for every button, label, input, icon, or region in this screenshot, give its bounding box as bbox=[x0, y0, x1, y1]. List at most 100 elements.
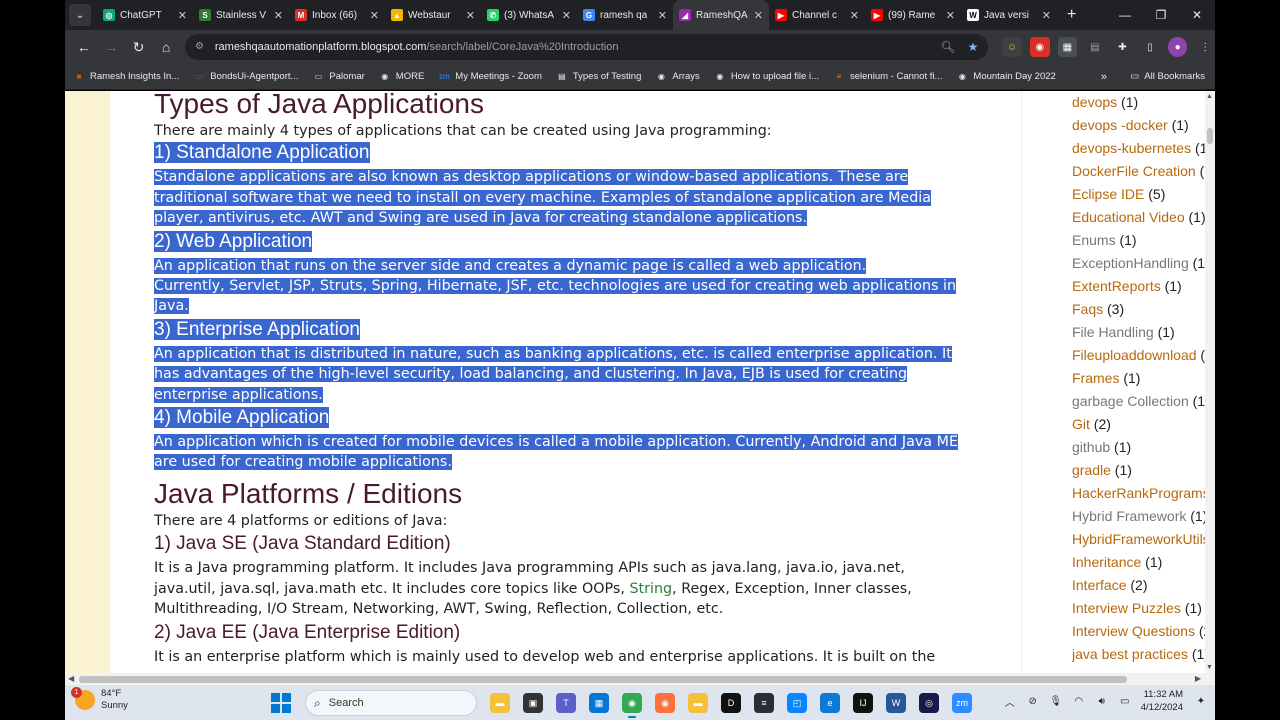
terminal-icon[interactable]: ≡ bbox=[754, 693, 774, 713]
label-link[interactable]: devops -docker bbox=[1072, 117, 1168, 133]
close-tab-icon[interactable]: ✕ bbox=[466, 9, 475, 22]
file-explorer-app-icon[interactable]: ▬ bbox=[490, 693, 510, 713]
extension-red-icon[interactable]: ◉ bbox=[1029, 37, 1050, 57]
extension-emoji-icon[interactable]: ☺ bbox=[1002, 37, 1022, 57]
close-tab-icon[interactable]: ✕ bbox=[178, 9, 187, 22]
profile-avatar-icon[interactable]: ● bbox=[1167, 37, 1188, 57]
forward-icon[interactable]: → bbox=[98, 34, 123, 60]
bookmark-item[interactable]: zm My Meetings - Zoom bbox=[438, 71, 542, 83]
side-panel-icon[interactable]: ▯ bbox=[1140, 37, 1160, 57]
copilot-icon[interactable]: ✦ bbox=[1193, 693, 1209, 709]
label-link[interactable]: Interview Questions bbox=[1072, 623, 1195, 639]
label-link[interactable]: Interface bbox=[1072, 577, 1126, 593]
vpn-icon[interactable]: ◎ bbox=[919, 693, 939, 713]
zoom-lens-icon[interactable]: 🔍︎ bbox=[940, 40, 955, 54]
browser-tab[interactable]: ▶ Channel c ✕ bbox=[769, 0, 865, 30]
reload-icon[interactable]: ↻ bbox=[126, 34, 151, 60]
label-link[interactable]: DockerFile Creation bbox=[1072, 163, 1196, 179]
string-link[interactable]: String bbox=[629, 581, 672, 597]
network-status-icon[interactable]: ⊘ bbox=[1025, 693, 1041, 709]
label-link[interactable]: Git bbox=[1072, 416, 1090, 432]
intellij-icon[interactable]: IJ bbox=[853, 693, 873, 713]
close-tab-icon[interactable]: ✕ bbox=[562, 9, 571, 22]
zoom-icon[interactable]: zm bbox=[952, 693, 972, 713]
label-link[interactable]: Frames bbox=[1072, 370, 1119, 386]
bookmark-item[interactable]: ◉ MORE bbox=[379, 71, 424, 83]
label-link[interactable]: ExceptionHandling bbox=[1072, 255, 1189, 271]
browser-tab[interactable]: ✆ (3) WhatsA ✕ bbox=[481, 0, 577, 30]
folder-icon[interactable]: ▬ bbox=[688, 693, 708, 713]
browser-tab[interactable]: M Inbox (66) ✕ bbox=[289, 0, 385, 30]
horizontal-scroll-thumb[interactable] bbox=[79, 676, 1127, 683]
store-icon[interactable]: ▦ bbox=[589, 693, 609, 713]
bookmark-item[interactable]: ◉ Mountain Day 2022 bbox=[956, 71, 1056, 83]
task-view-icon[interactable]: ▣ bbox=[523, 693, 543, 713]
tray-overflow-icon[interactable]: ︿ bbox=[1002, 693, 1018, 709]
site-info-icon[interactable]: ⚙ bbox=[195, 41, 207, 53]
word-icon[interactable]: W bbox=[886, 693, 906, 713]
scroll-left-icon[interactable]: ◀ bbox=[68, 674, 74, 683]
back-icon[interactable]: ← bbox=[71, 34, 96, 60]
address-bar[interactable]: ⚙ rameshqaautomationplatform.blogspot.co… bbox=[184, 34, 989, 60]
battery-icon[interactable]: ▭ bbox=[1117, 693, 1133, 709]
label-link[interactable]: Eclipse IDE bbox=[1072, 186, 1144, 202]
close-tab-icon[interactable]: ✕ bbox=[370, 9, 379, 22]
bookmark-item[interactable]: ▤ Types of Testing bbox=[556, 71, 641, 83]
label-link[interactable]: devops-kubernetes bbox=[1072, 140, 1191, 156]
snip-icon[interactable]: ◰ bbox=[787, 693, 807, 713]
browser-tab[interactable]: ▲ Webstaur ✕ bbox=[385, 0, 481, 30]
close-tab-icon[interactable]: ✕ bbox=[946, 9, 955, 22]
label-link[interactable]: garbage Collection bbox=[1072, 393, 1189, 409]
scroll-right-icon[interactable]: ▶ bbox=[1195, 674, 1201, 683]
label-link[interactable]: Faqs bbox=[1072, 301, 1103, 317]
browser-tab[interactable]: ◢ RameshQA ✕ bbox=[673, 0, 769, 30]
extension-box-icon[interactable]: ▤ bbox=[1085, 37, 1105, 57]
browser-tab[interactable]: S Stainless V ✕ bbox=[193, 0, 289, 30]
vertical-scrollbar[interactable]: ▲ ▼ bbox=[1205, 91, 1215, 673]
label-link[interactable]: ExtentReports bbox=[1072, 278, 1161, 294]
windows-start-icon[interactable] bbox=[271, 693, 291, 713]
label-link[interactable]: HybridFrameworkUtils bbox=[1072, 531, 1206, 547]
close-tab-icon[interactable]: ✕ bbox=[658, 9, 667, 22]
dell-icon[interactable]: D bbox=[721, 693, 741, 713]
bookmark-item[interactable]: ▭ Palomar bbox=[312, 71, 365, 83]
browser-tab[interactable]: Gramesh qa ✕ bbox=[577, 0, 673, 30]
scroll-down-icon[interactable]: ▼ bbox=[1206, 664, 1213, 671]
close-tab-icon[interactable]: ✕ bbox=[850, 9, 859, 22]
browser-tab[interactable]: ▶ (99) Rame ✕ bbox=[865, 0, 961, 30]
new-tab-icon[interactable]: + bbox=[1067, 6, 1076, 24]
volume-icon[interactable]: 🔊︎ bbox=[1094, 693, 1110, 709]
vertical-scroll-thumb[interactable] bbox=[1207, 128, 1213, 144]
label-link[interactable]: Inheritance bbox=[1072, 554, 1141, 570]
bookmark-item[interactable]: ▭ BondsUi-Agentport... bbox=[193, 71, 298, 83]
system-clock[interactable]: 11:32 AM 4/12/2024 bbox=[1141, 688, 1183, 714]
horizontal-scrollbar[interactable]: ◀ ▶ bbox=[65, 673, 1215, 685]
extensions-puzzle-icon[interactable]: ✚ bbox=[1112, 37, 1133, 57]
label-link[interactable]: gradle bbox=[1072, 462, 1111, 478]
microphone-icon[interactable]: 🎙︎ bbox=[1048, 693, 1064, 709]
bookmark-item[interactable]: ≡ selenium - Cannot fi... bbox=[833, 71, 943, 83]
firefox-icon[interactable]: ◉ bbox=[655, 693, 675, 713]
label-link[interactable]: java best practices bbox=[1072, 646, 1188, 662]
bookmarks-overflow-icon[interactable]: » bbox=[1101, 71, 1107, 83]
bookmark-star-icon[interactable]: ★ bbox=[968, 40, 979, 54]
label-link[interactable]: File Handling bbox=[1072, 324, 1154, 340]
bookmark-item[interactable]: ◉ How to upload file i... bbox=[714, 71, 819, 83]
bookmark-item[interactable]: ◉ Arrays bbox=[655, 71, 700, 83]
close-tab-icon[interactable]: ✕ bbox=[274, 9, 283, 22]
label-link[interactable]: devops bbox=[1072, 94, 1117, 110]
wifi-icon[interactable]: ◠ bbox=[1071, 693, 1087, 709]
edge-icon[interactable]: e bbox=[820, 693, 840, 713]
extension-grey-icon[interactable]: ▦ bbox=[1057, 37, 1078, 57]
browser-menu-icon[interactable]: ⋮ bbox=[1195, 37, 1216, 57]
label-link[interactable]: HackerRankPrograms bbox=[1072, 485, 1206, 501]
label-link[interactable]: Fileuploaddownload bbox=[1072, 347, 1197, 363]
bookmark-item[interactable]: ■ Ramesh Insights In... bbox=[73, 71, 180, 83]
label-link[interactable]: Enums bbox=[1072, 232, 1116, 248]
home-icon[interactable]: ⌂ bbox=[153, 34, 178, 60]
chrome-icon[interactable]: ◉ bbox=[622, 693, 642, 718]
taskbar-search[interactable]: ⌕ Search bbox=[305, 690, 477, 716]
close-tab-icon[interactable]: ✕ bbox=[754, 9, 763, 22]
label-link[interactable]: Interview Puzzles bbox=[1072, 600, 1181, 616]
label-link[interactable]: Hybrid Framework bbox=[1072, 508, 1186, 524]
